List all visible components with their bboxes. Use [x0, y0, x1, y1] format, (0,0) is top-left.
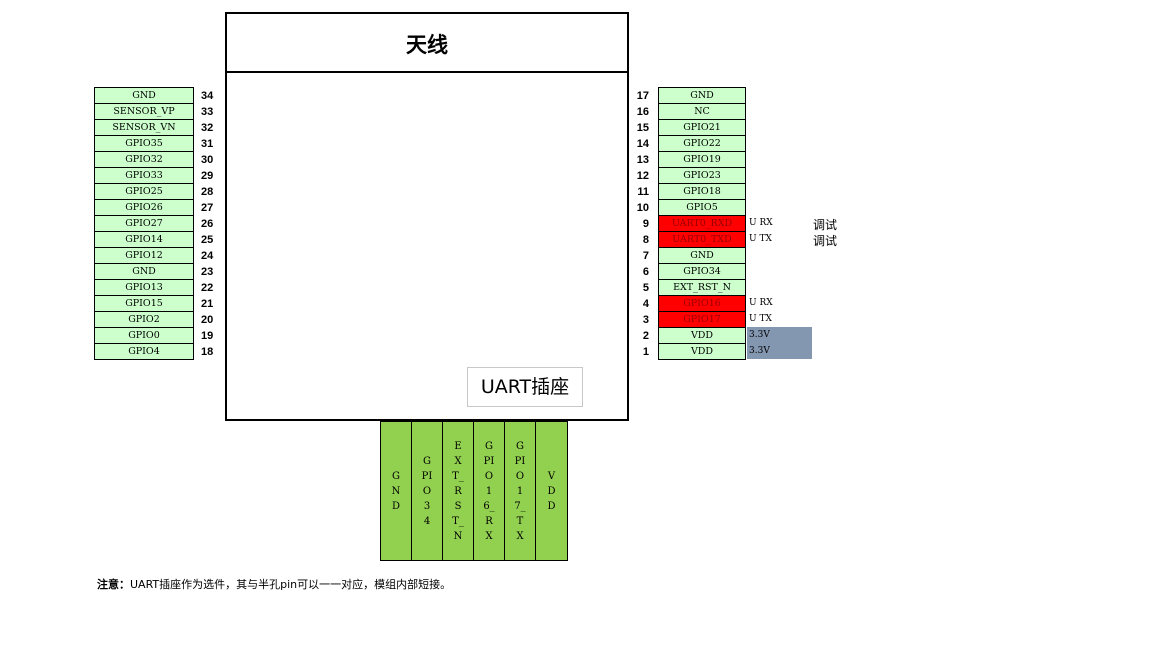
uart-connector-pin-label: EXT_RST_N [452, 440, 464, 542]
uart-connector-pin-label: VDD [547, 470, 556, 512]
right-pin-number: 13 [636, 154, 649, 166]
right-pin-note: U TX [749, 314, 772, 324]
right-pin-cell: GPIO19 [658, 151, 746, 167]
right-pin-cell: GND [658, 247, 746, 263]
right-pin-number: 4 [642, 298, 649, 310]
left-pin-number: 24 [201, 250, 214, 262]
left-pin-cell: GPIO14 [94, 231, 194, 247]
right-pin-cell: UART0_TXD [658, 231, 746, 247]
left-pin-cell: GPIO27 [94, 215, 194, 231]
right-pin-number: 16 [636, 106, 649, 118]
right-pin-cell: GPIO17 [658, 311, 746, 327]
right-pin-number: 6 [642, 266, 649, 278]
right-pin-number: 3 [642, 314, 649, 326]
uart-connector-pin-label: GPIO34 [421, 455, 433, 527]
right-pin-number: 5 [642, 282, 649, 294]
right-pin-cell: VDD [658, 327, 746, 343]
debug-label: 调试 [813, 218, 838, 232]
uart-connector-pin: GPIO34 [412, 422, 443, 560]
right-pin-cell: GPIO34 [658, 263, 746, 279]
left-pin-number: 27 [201, 202, 214, 214]
left-pin-number: 25 [201, 234, 214, 246]
footnote-text: UART插座作为选件，其与半孔pin可以一一对应，模组内部短接。 [130, 578, 452, 591]
left-pin-cell: GPIO35 [94, 135, 194, 151]
right-pin-cell: GPIO18 [658, 183, 746, 199]
left-pin-cell: GPIO0 [94, 327, 194, 343]
right-pin-number: 9 [642, 218, 649, 230]
left-pin-number: 33 [201, 106, 214, 118]
right-pin-note: U TX [749, 234, 772, 244]
right-pin-number: 2 [642, 330, 649, 342]
left-pin-number: 19 [201, 330, 214, 342]
left-pin-cell: GPIO15 [94, 295, 194, 311]
left-pin-cell: GPIO33 [94, 167, 194, 183]
debug-label: 调试 [813, 234, 838, 248]
right-pin-cell: GPIO21 [658, 119, 746, 135]
left-pin-cell: SENSOR_VN [94, 119, 194, 135]
left-pin-cell: GND [94, 87, 194, 103]
left-pin-cell: SENSOR_VP [94, 103, 194, 119]
left-pin-number: 18 [201, 346, 214, 358]
left-pin-number: 23 [201, 266, 214, 278]
uart-connector-pin: VDD [536, 422, 567, 560]
left-pin-cell: GPIO25 [94, 183, 194, 199]
left-pin-number: 22 [201, 282, 214, 294]
left-pin-number: 26 [201, 218, 214, 230]
left-pin-cell: GND [94, 263, 194, 279]
left-pin-cell: GPIO4 [94, 343, 194, 360]
right-pin-column: GND NC GPIO21 GPIO22 GPIO19 GPIO23 GPIO18 GPIO5… [658, 87, 746, 360]
right-pin-number: 7 [642, 250, 649, 262]
right-pin-number: 14 [636, 138, 649, 150]
uart-connector-pin: EXT_RST_N [443, 422, 474, 560]
left-pin-number: 28 [201, 186, 214, 198]
right-pin-cell: NC [658, 103, 746, 119]
left-pin-cell: GPIO32 [94, 151, 194, 167]
uart-connector-pin: GND [381, 422, 412, 560]
right-pin-note: U RX [749, 298, 773, 308]
footnote: 注意：UART插座作为选件，其与半孔pin可以一一对应，模组内部短接。 [97, 576, 451, 592]
uart-connector: GND GPIO34 EXT_RST_N GPIO16_RX GPIO17_TX VDD [380, 421, 568, 561]
left-pin-number: 34 [201, 90, 214, 102]
left-pin-number: 20 [201, 314, 214, 326]
right-pin-cell: EXT_RST_N [658, 279, 746, 295]
right-pin-number: 8 [642, 234, 649, 246]
right-pin-note: 3.3V [749, 346, 770, 356]
right-pin-cell: UART0_RXD [658, 215, 746, 231]
right-pin-note: 3.3V [749, 330, 770, 340]
left-pin-cell: GPIO13 [94, 279, 194, 295]
antenna-label: 天线 [227, 14, 627, 73]
right-pin-number: 11 [637, 186, 649, 198]
right-pin-cell: VDD [658, 343, 746, 360]
right-pin-number: 17 [636, 90, 649, 102]
left-pin-number: 29 [201, 170, 214, 182]
right-pin-cell: GPIO22 [658, 135, 746, 151]
uart-connector-pin-label: GND [391, 470, 401, 512]
module-outline: 天线 UART插座 [225, 12, 629, 421]
right-pin-cell: GND [658, 87, 746, 103]
right-pin-number: 1 [642, 346, 649, 358]
uart-connector-pin-label: GPIO17_TX [514, 440, 526, 542]
left-pin-cell: GPIO2 [94, 311, 194, 327]
uart-connector-pin: GPIO17_TX [505, 422, 536, 560]
left-pin-cell: GPIO12 [94, 247, 194, 263]
right-pin-number: 12 [636, 170, 649, 182]
uart-socket-label: UART插座 [467, 367, 583, 407]
right-pin-number: 10 [636, 202, 649, 214]
footnote-label: 注意： [97, 578, 130, 591]
left-pin-number: 30 [201, 154, 214, 166]
right-pin-cell: GPIO23 [658, 167, 746, 183]
left-pin-cell: GPIO26 [94, 199, 194, 215]
left-pin-number: 32 [201, 122, 214, 134]
right-pin-cell: GPIO16 [658, 295, 746, 311]
right-pin-note: U RX [749, 218, 773, 228]
uart-connector-pin: GPIO16_RX [474, 422, 505, 560]
left-pin-column: GND SENSOR_VP SENSOR_VN GPIO35 GPIO32 GPIO33 G… [94, 87, 194, 360]
left-pin-number: 21 [201, 298, 214, 310]
right-pin-number: 15 [636, 122, 649, 134]
right-pin-cell: GPIO5 [658, 199, 746, 215]
uart-connector-pin-label: GPIO16_RX [483, 440, 495, 542]
left-pin-number: 31 [201, 138, 214, 150]
